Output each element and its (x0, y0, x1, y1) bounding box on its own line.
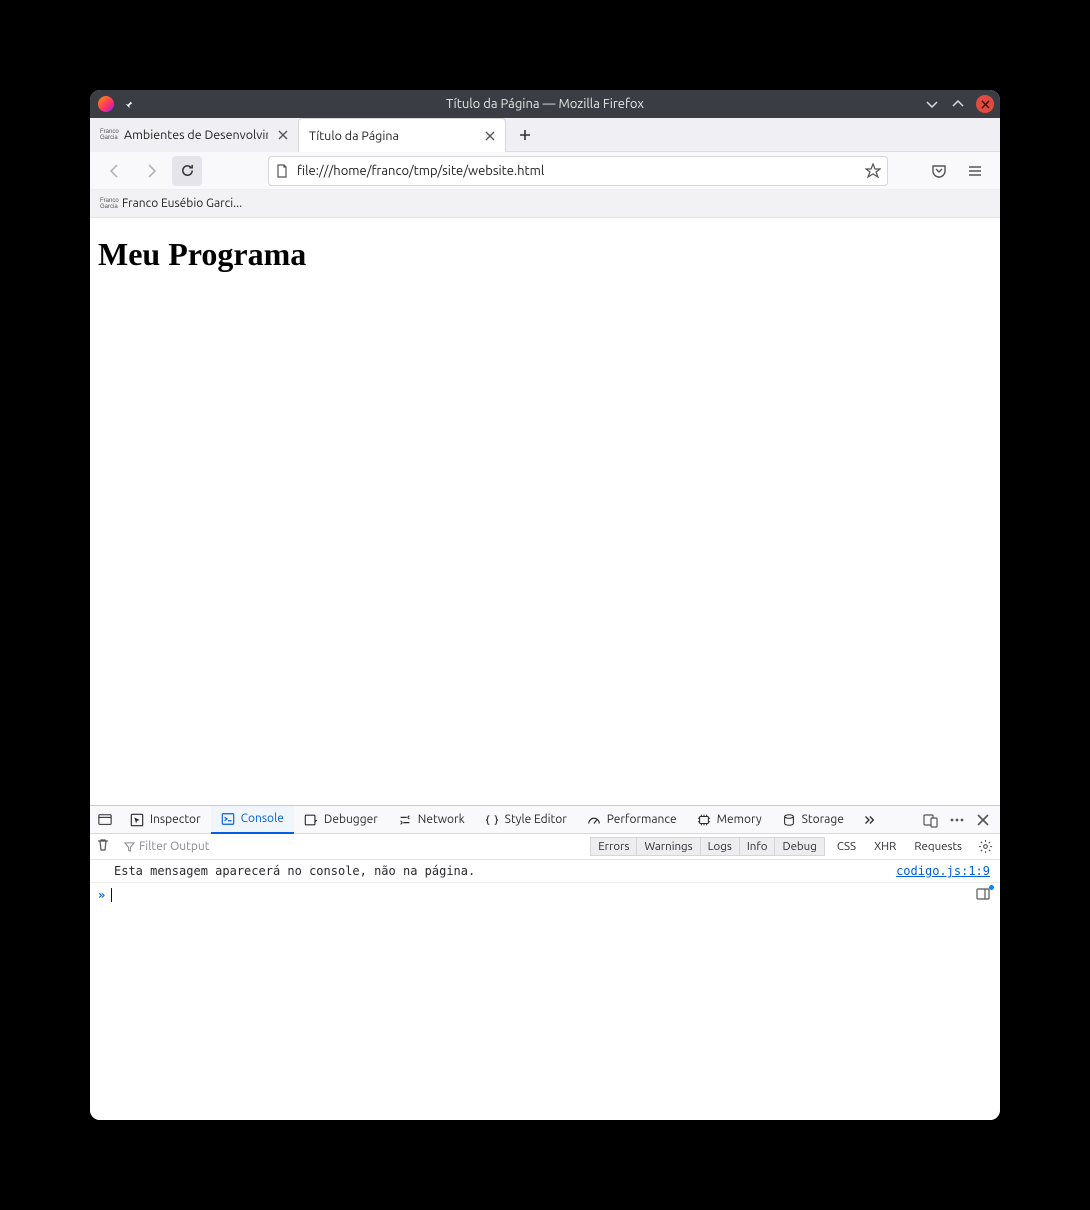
bookmarks-toolbar: Franco Garcia Franco Eusébio Garci... (90, 190, 1000, 218)
console-prompt-icon: » (98, 888, 105, 902)
filter-info[interactable]: Info (740, 837, 776, 856)
console-clear-button[interactable] (96, 838, 114, 856)
console-level-filters: Errors Warnings Logs Info Debug (590, 837, 825, 856)
window-maximize-button[interactable] (950, 96, 966, 112)
console-filter-input[interactable]: Filter Output (120, 840, 260, 853)
devtools-close-button[interactable] (974, 811, 992, 829)
devtools-tabs-overflow-button[interactable] (854, 806, 884, 834)
new-tab-button[interactable] (510, 120, 540, 150)
tab-favicon: Franco Garcia (100, 129, 116, 141)
tab-close-button[interactable] (483, 129, 497, 143)
console-editor-toggle-button[interactable] (976, 887, 992, 903)
console-log-source-link[interactable]: codigo.js:1:9 (896, 864, 990, 878)
devtools-tab-console[interactable]: Console (211, 806, 294, 834)
page-content-area: Meu Programa (90, 218, 1000, 805)
bookmark-star-icon[interactable] (865, 163, 881, 179)
devtools-tab-inspector[interactable]: Inspector (120, 806, 211, 834)
filter-logs[interactable]: Logs (701, 837, 740, 856)
tab-label: Título da Página (309, 129, 475, 143)
tab-label: Ambientes de Desenvolvimen (124, 128, 268, 142)
devtools-tab-performance[interactable]: Performance (577, 806, 687, 834)
filter-css[interactable]: CSS (831, 838, 862, 855)
url-bar[interactable]: file:///home/franco/tmp/site/website.htm… (268, 156, 888, 186)
reload-button[interactable] (172, 156, 202, 186)
browser-tab-1[interactable]: Título da Página (298, 118, 506, 152)
window-title: Título da Página — Mozilla Firefox (90, 97, 1000, 111)
tab-close-button[interactable] (276, 128, 290, 142)
devtools-tab-network[interactable]: Network (388, 806, 475, 834)
devtools-panel: Inspector Console Debugger Network Style… (90, 805, 1000, 1120)
url-text: file:///home/franco/tmp/site/website.htm… (297, 164, 857, 178)
devtools-tab-memory[interactable]: Memory (687, 806, 772, 834)
filter-errors[interactable]: Errors (590, 837, 637, 856)
filter-warnings[interactable]: Warnings (637, 837, 700, 856)
bookmark-favicon: Franco Garcia (100, 198, 116, 210)
browser-tab-0[interactable]: Franco Garcia Ambientes de Desenvolvimen (90, 118, 298, 152)
window-titlebar[interactable]: Título da Página — Mozilla Firefox (90, 90, 1000, 118)
console-output: Esta mensagem aparecerá no console, não … (90, 860, 1000, 1120)
devtools-tab-storage[interactable]: Storage (772, 806, 854, 834)
devtools-tab-style-editor[interactable]: Style Editor (475, 806, 577, 834)
devtools-menu-button[interactable] (948, 811, 966, 829)
firefox-window: Título da Página — Mozilla Firefox Franc… (90, 90, 1000, 1120)
filter-requests[interactable]: Requests (908, 838, 968, 855)
pin-icon (122, 98, 134, 110)
devtools-tab-debugger[interactable]: Debugger (294, 806, 388, 834)
devtools-responsive-mode-button[interactable] (922, 811, 940, 829)
tab-strip: Franco Garcia Ambientes de Desenvolvimen… (90, 118, 1000, 152)
app-menu-button[interactable] (960, 156, 990, 186)
page-heading: Meu Programa (98, 236, 992, 273)
devtools-tabstrip: Inspector Console Debugger Network Style… (90, 806, 1000, 834)
console-input-row[interactable]: » (90, 883, 1000, 907)
console-toolbar: Filter Output Errors Warnings Logs Info … (90, 834, 1000, 860)
window-minimize-button[interactable] (924, 96, 940, 112)
filter-xhr[interactable]: XHR (868, 838, 902, 855)
console-log-row[interactable]: Esta mensagem aparecerá no console, não … (90, 860, 1000, 883)
console-settings-button[interactable] (978, 839, 994, 855)
forward-button[interactable] (136, 156, 166, 186)
firefox-icon (98, 96, 114, 112)
navigation-toolbar: file:///home/franco/tmp/site/website.htm… (90, 152, 1000, 190)
filter-debug[interactable]: Debug (775, 837, 824, 856)
devtools-iframe-picker[interactable] (90, 806, 120, 834)
console-log-message: Esta mensagem aparecerá no console, não … (114, 864, 475, 878)
bookmark-item[interactable]: Franco Eusébio Garci... (122, 197, 242, 210)
console-input-caret (111, 888, 112, 902)
pocket-button[interactable] (924, 156, 954, 186)
window-close-button[interactable] (976, 95, 994, 113)
filter-icon (124, 841, 135, 852)
file-icon (275, 164, 289, 178)
back-button[interactable] (100, 156, 130, 186)
